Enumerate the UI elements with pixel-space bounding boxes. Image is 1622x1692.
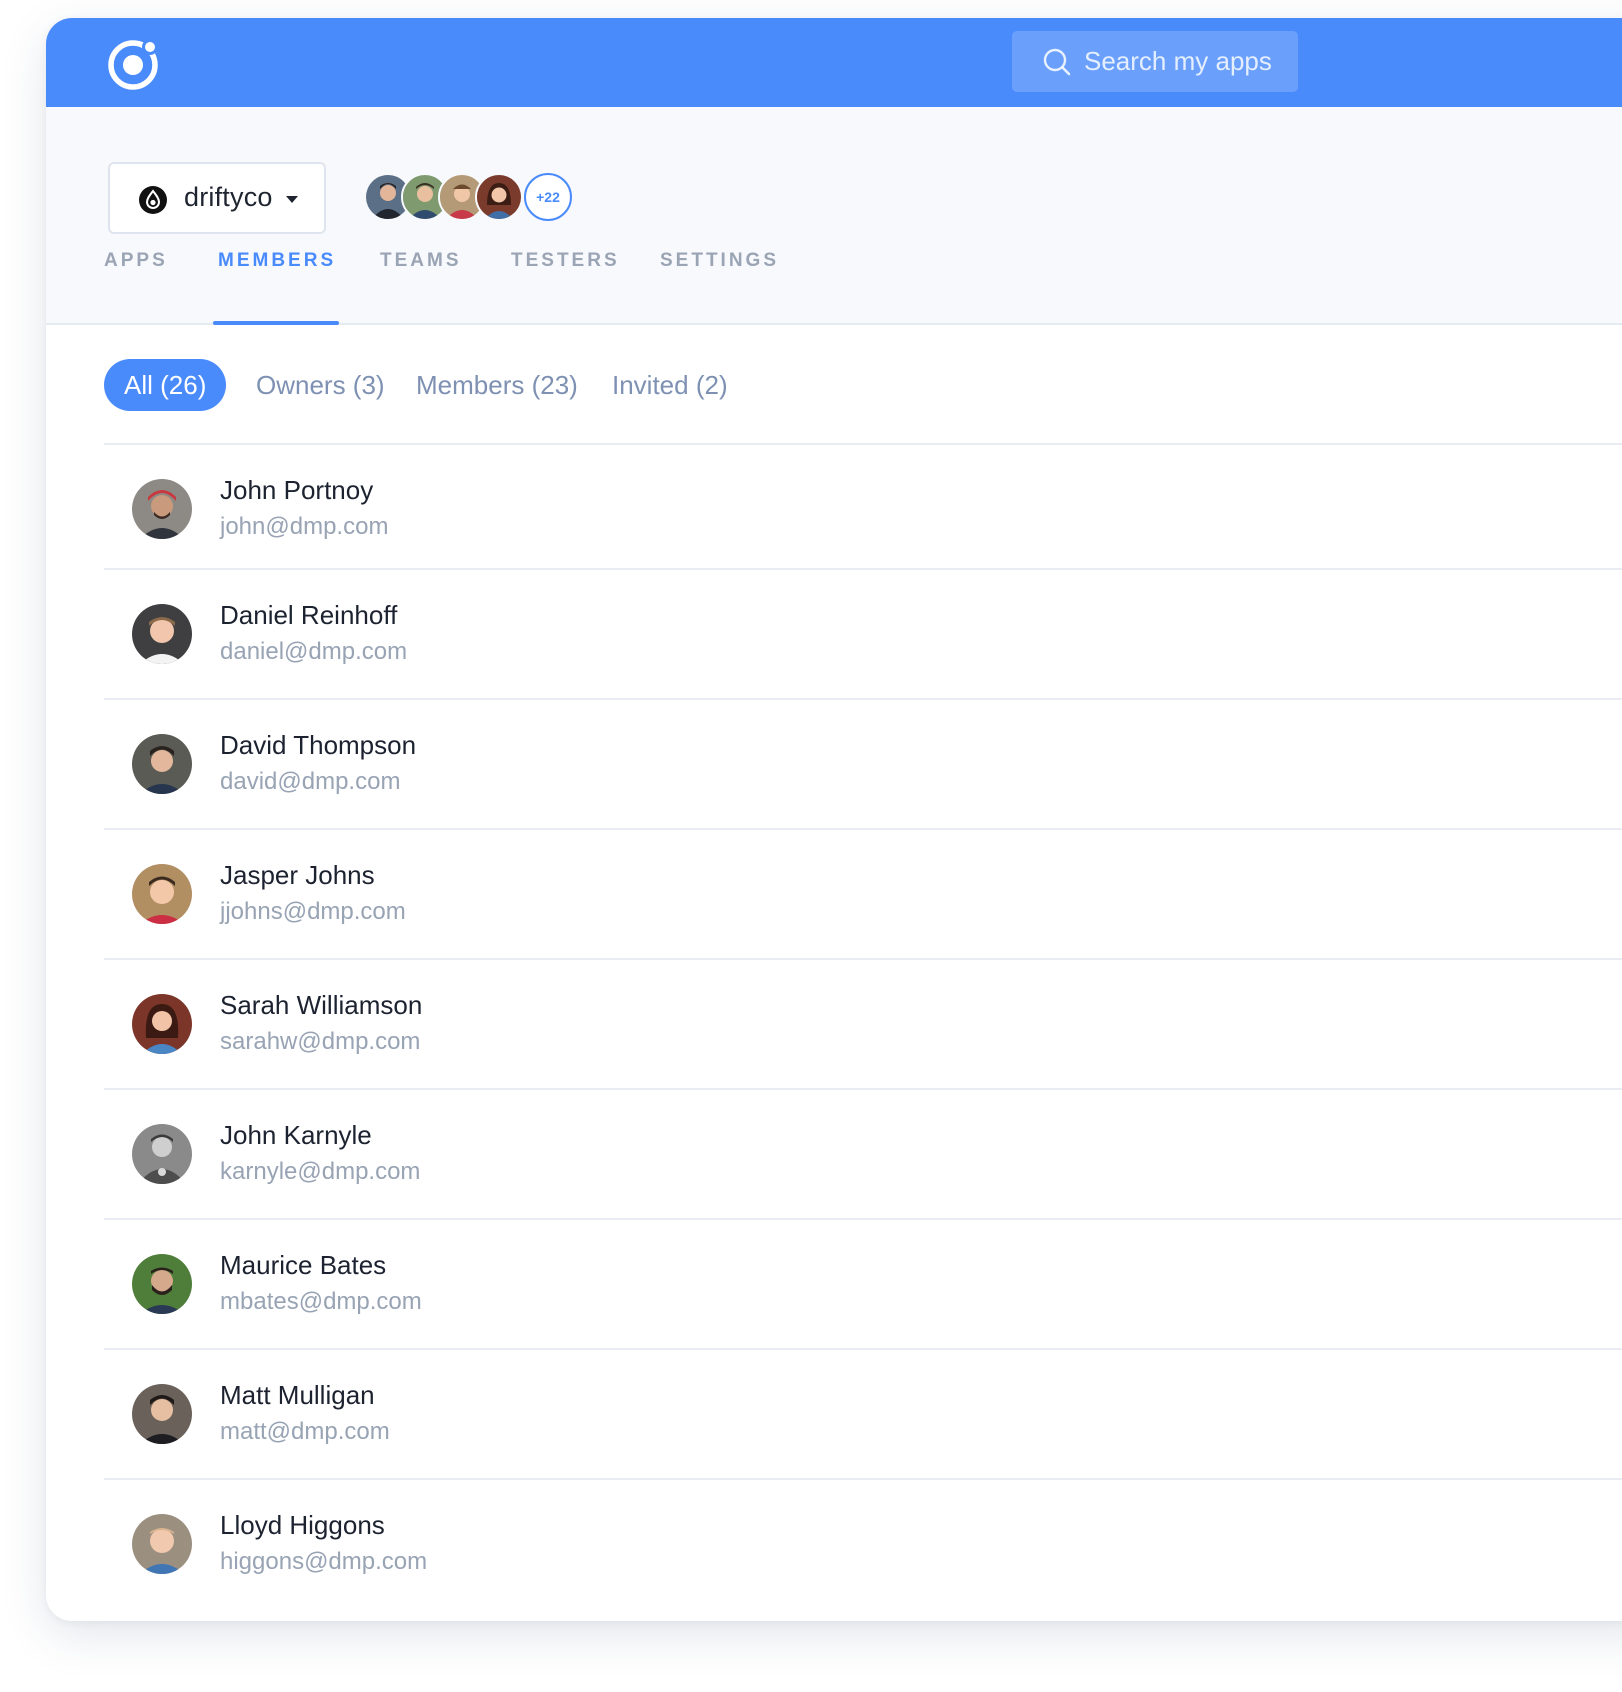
member-name: Daniel Reinhoff (220, 600, 398, 630)
member-email: john@dmp.com (220, 513, 389, 540)
member-row[interactable]: Daniel Reinhoff daniel@dmp.com (104, 570, 1622, 700)
member-name: Sarah Williamson (220, 990, 423, 1020)
filter-all[interactable]: All (26) (104, 359, 227, 411)
avatar (132, 604, 192, 664)
member-row[interactable]: John Portnoy john@dmp.com (104, 445, 1622, 570)
member-email: higgons@dmp.com (220, 1548, 428, 1575)
ionic-logo-icon[interactable] (107, 36, 162, 91)
member-email: matt@dmp.com (220, 1418, 390, 1445)
avatar (132, 1254, 192, 1314)
tab-teams[interactable]: TEAMS (380, 232, 462, 325)
app-window: driftyco +22 APPS MEMBERS TEAMS T (46, 18, 1622, 1621)
member-name: David Thompson (220, 730, 417, 760)
search-icon (1043, 48, 1071, 76)
member-email: karnyle@dmp.com (220, 1158, 421, 1185)
avatar (132, 1384, 192, 1444)
search-input[interactable] (1084, 31, 1284, 92)
member-row[interactable]: Jasper Johns jjohns@dmp.com (104, 830, 1622, 960)
tab-bar: APPS MEMBERS TEAMS TESTERS SETTINGS (46, 232, 1622, 325)
member-row[interactable]: Maurice Bates mbates@dmp.com (104, 1220, 1622, 1350)
member-name: John Karnyle (220, 1120, 372, 1150)
org-selector[interactable]: driftyco (108, 162, 326, 234)
member-filters: All (26) Owners (3) Members (23) Invited… (46, 325, 1622, 443)
chevron-down-icon (286, 196, 298, 203)
tab-apps[interactable]: APPS (104, 232, 168, 325)
filter-invited[interactable]: Invited (2) (612, 359, 728, 411)
member-email: mbates@dmp.com (220, 1288, 422, 1315)
team-avatar (475, 173, 523, 221)
member-email: sarahw@dmp.com (220, 1028, 421, 1055)
tab-settings[interactable]: SETTINGS (660, 232, 779, 325)
member-name: John Portnoy (220, 475, 374, 505)
member-row[interactable]: David Thompson david@dmp.com (104, 700, 1622, 830)
filter-members[interactable]: Members (23) (416, 359, 578, 411)
member-email: daniel@dmp.com (220, 638, 408, 665)
avatar (132, 734, 192, 794)
member-name: Maurice Bates (220, 1250, 387, 1280)
top-bar (46, 18, 1622, 107)
avatar (132, 1514, 192, 1574)
org-header: driftyco +22 APPS MEMBERS TEAMS TESTERS … (46, 107, 1622, 325)
member-name: Jasper Johns (220, 860, 375, 890)
member-list: John Portnoy john@dmp.com Daniel Reinhof… (104, 443, 1622, 1610)
filter-owners[interactable]: Owners (3) (256, 359, 385, 411)
more-members-badge[interactable]: +22 (524, 173, 572, 221)
member-email: jjohns@dmp.com (220, 898, 406, 925)
member-row[interactable]: Sarah Williamson sarahw@dmp.com (104, 960, 1622, 1090)
search-box[interactable] (1012, 31, 1298, 92)
member-row[interactable]: Lloyd Higgons higgons@dmp.com (104, 1480, 1622, 1610)
member-email: david@dmp.com (220, 768, 401, 795)
avatar (132, 864, 192, 924)
member-name: Lloyd Higgons (220, 1510, 385, 1540)
member-row[interactable]: Matt Mulligan matt@dmp.com (104, 1350, 1622, 1480)
avatar (132, 479, 192, 539)
avatar (132, 994, 192, 1054)
tab-members[interactable]: MEMBERS (212, 232, 340, 325)
org-name: driftyco (184, 182, 273, 212)
tab-testers[interactable]: TESTERS (511, 232, 620, 325)
member-row[interactable]: John Karnyle karnyle@dmp.com (104, 1090, 1622, 1220)
avatar (132, 1124, 192, 1184)
member-name: Matt Mulligan (220, 1380, 375, 1410)
org-icon (139, 186, 167, 214)
